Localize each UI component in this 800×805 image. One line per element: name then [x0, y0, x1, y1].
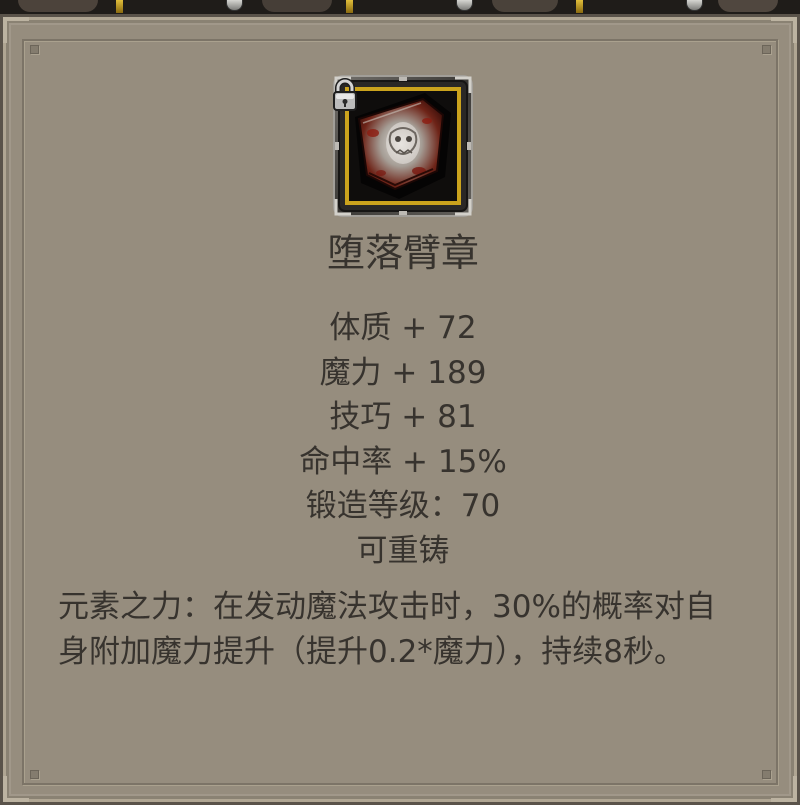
description-line: 元素之力：在发动魔法攻击时，30%的概率对自	[58, 589, 716, 625]
slot-item-art-edge	[492, 0, 558, 12]
slot-rivet	[456, 0, 473, 11]
slot-item-art-edge	[262, 0, 332, 12]
stat-forge-level: 锻造等级：70	[305, 488, 501, 524]
frame-corner-ornament	[771, 17, 797, 43]
slot-gold-border	[346, 0, 353, 13]
frame-stud	[30, 45, 39, 54]
stat-skill: 技巧 + 81	[329, 399, 477, 435]
slot-item-art-edge	[18, 0, 98, 12]
slot-gold-border	[116, 0, 123, 13]
reforgeable-note: 可重铸	[356, 532, 450, 569]
frame-corner-ornament	[3, 776, 29, 802]
stat-constitution: 体质 + 72	[329, 310, 477, 346]
slot-rivet	[686, 0, 703, 11]
slot-gold-border	[576, 0, 583, 13]
frame-stud	[30, 770, 39, 779]
frame-stud	[762, 45, 771, 54]
slot-rivet	[226, 0, 243, 11]
stat-hit-rate: 命中率 + 15%	[299, 443, 507, 480]
frame-stud	[762, 770, 771, 779]
slot-item-art-edge	[718, 0, 778, 12]
padlock-icon[interactable]	[332, 78, 358, 112]
frame-corner-ornament	[771, 776, 797, 802]
item-effect-description: 元素之力：在发动魔法攻击时，30%的概率对自 身附加魔力提升（提升0.2*魔力）…	[58, 585, 773, 675]
frame-corner-ornament	[3, 17, 29, 43]
stat-magic: 魔力 + 189	[319, 354, 487, 391]
description-line: 身附加魔力提升（提升0.2*魔力），持续8秒。	[58, 634, 686, 670]
item-stats-list: 体质 + 72 魔力 + 189 技巧 + 81 命中率 + 15% 锻造等级：…	[153, 306, 653, 573]
item-name: 堕落臂章	[326, 231, 479, 275]
